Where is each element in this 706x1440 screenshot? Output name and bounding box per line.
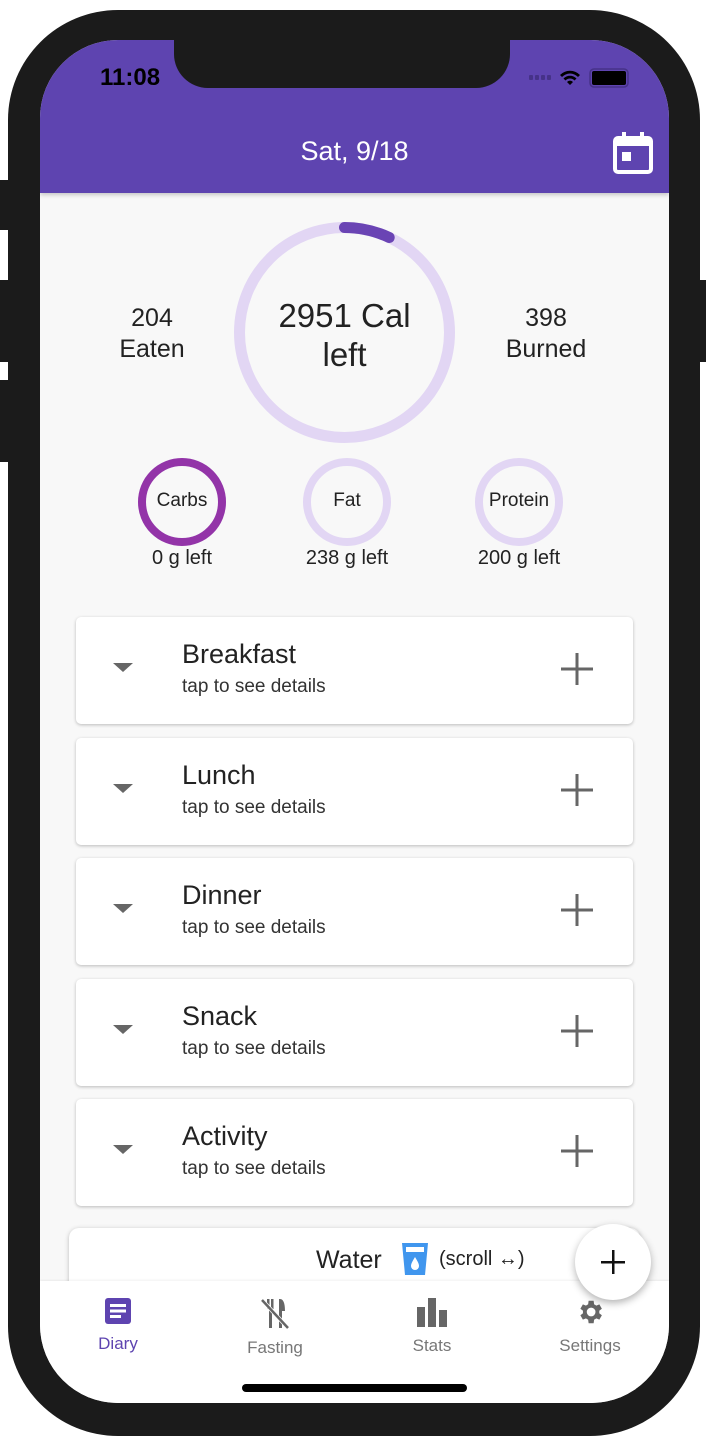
meal-card-activity[interactable]: Activity tap to see details	[76, 1099, 633, 1206]
nav-diary-label: Diary	[98, 1334, 138, 1353]
add-item-plus-icon[interactable]	[561, 1135, 593, 1167]
expand-caret-icon[interactable]	[113, 1145, 133, 1154]
macro-left: 238 g left	[305, 547, 389, 569]
notch	[174, 40, 510, 88]
nav-settings[interactable]: Settings	[525, 1297, 655, 1356]
add-item-plus-icon[interactable]	[561, 653, 593, 685]
burned-value: 398	[525, 304, 567, 332]
nav-diary[interactable]: Diary	[53, 1297, 183, 1354]
macro-label: Fat	[333, 490, 361, 511]
calendar-icon[interactable]	[613, 132, 653, 174]
nav-stats-label: Stats	[412, 1336, 452, 1355]
macro-label: Protein	[488, 490, 550, 511]
diary-icon	[105, 1298, 131, 1324]
eaten-stat: 204 Eaten	[102, 303, 202, 365]
volume-down-button	[0, 380, 8, 462]
meal-card-breakfast[interactable]: Breakfast tap to see details	[76, 617, 633, 724]
water-scroll-hint: (scroll ↔)	[439, 1248, 525, 1270]
signal-icon	[529, 75, 551, 80]
meal-subtitle: tap to see details	[182, 917, 326, 938]
meal-name: Dinner	[182, 880, 262, 910]
page-title: Sat, 9/18	[300, 136, 409, 166]
eaten-value: 204	[131, 304, 173, 332]
meal-card-dinner[interactable]: Dinner tap to see details	[76, 858, 633, 965]
nav-fasting-label: Fasting	[247, 1338, 303, 1357]
mute-switch	[0, 180, 8, 230]
meal-name: Breakfast	[182, 639, 297, 669]
add-item-plus-icon[interactable]	[561, 1014, 593, 1047]
expand-caret-icon[interactable]	[113, 783, 133, 793]
battery-icon	[589, 68, 629, 88]
nav-settings-label: Settings	[559, 1336, 621, 1355]
macro-left: 0 g left	[151, 547, 213, 569]
expand-caret-icon[interactable]	[113, 1024, 133, 1034]
nav-stats[interactable]: Stats	[367, 1297, 497, 1356]
add-fab[interactable]	[575, 1224, 651, 1300]
macro-left: 200 g left	[477, 547, 561, 569]
power-button	[698, 280, 706, 362]
calories-left: 2951 Cal left	[232, 296, 457, 374]
meal-subtitle: tap to see details	[182, 796, 326, 818]
burned-stat: 398 Burned	[491, 303, 601, 365]
meal-card-snack[interactable]: Snack tap to see details	[76, 978, 633, 1086]
eaten-label: Eaten	[119, 335, 185, 363]
water-label: Water	[316, 1246, 382, 1274]
volume-up-button	[0, 280, 8, 362]
water-glass-icon	[402, 1243, 428, 1275]
gear-icon	[580, 1300, 602, 1324]
nav-fasting[interactable]: Fasting	[210, 1297, 340, 1358]
app-bar: 11:08 Sat, 9/18	[40, 40, 669, 193]
wifi-icon	[560, 70, 580, 85]
meal-subtitle: tap to see details	[182, 676, 326, 697]
status-icons	[529, 68, 631, 88]
meal-name: Snack	[182, 1000, 258, 1031]
calories-left-value: 2951 Cal	[278, 297, 411, 334]
bar-chart-icon	[417, 1298, 447, 1327]
no-food-icon	[260, 1298, 290, 1330]
add-item-plus-icon[interactable]	[561, 894, 593, 926]
meal-subtitle: tap to see details	[182, 1037, 326, 1059]
meal-card-lunch[interactable]: Lunch tap to see details	[76, 737, 633, 845]
add-item-plus-icon[interactable]	[561, 773, 593, 806]
meal-name: Activity	[182, 1121, 268, 1151]
plus-icon	[601, 1250, 625, 1274]
calories-left-suffix: left	[322, 336, 367, 373]
home-indicator[interactable]	[242, 1384, 467, 1392]
expand-caret-icon[interactable]	[113, 904, 133, 913]
macro-label: Carbs	[156, 490, 208, 511]
burned-label: Burned	[505, 335, 587, 363]
meal-name: Lunch	[182, 759, 256, 790]
meal-subtitle: tap to see details	[182, 1158, 326, 1179]
status-time: 11:08	[100, 64, 161, 91]
expand-caret-icon[interactable]	[113, 663, 133, 672]
screen: 11:08 Sat, 9/18 204 Eaten 2951 Cal left …	[40, 40, 669, 1403]
